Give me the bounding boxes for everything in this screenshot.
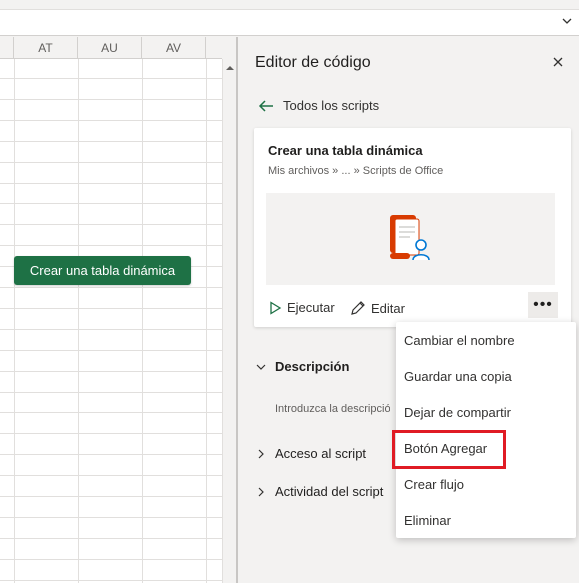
grid-row-line: [0, 224, 222, 226]
grid-column-line: [78, 59, 79, 583]
grid-row-line: [0, 245, 222, 247]
script-preview: [266, 193, 555, 285]
sheet-script-button[interactable]: Crear una tabla dinámica: [14, 256, 191, 285]
grid-row-line: [0, 433, 222, 435]
script-card: Crear una tabla dinámica Mis archivos » …: [254, 128, 571, 327]
scroll-up-icon[interactable]: [225, 63, 235, 73]
grid-row-line: [0, 78, 222, 79]
description-section[interactable]: Descripción: [256, 359, 349, 374]
script-activity-section[interactable]: Actividad del script: [256, 484, 383, 499]
grid-row-line: [0, 182, 222, 184]
grid-row-line: [0, 307, 222, 309]
grid-column-line: [206, 59, 207, 583]
run-label: Ejecutar: [287, 300, 335, 315]
grid-row-line: [0, 537, 222, 539]
access-label: Acceso al script: [275, 446, 367, 461]
grid-row-line: [0, 203, 222, 205]
office-script-icon: [390, 215, 430, 261]
grid-row-line: [0, 349, 222, 351]
grid-column-line: [142, 59, 143, 583]
back-label: Todos los scripts: [283, 98, 380, 113]
grid-row-line: [0, 328, 222, 330]
more-options-menu: Cambiar el nombre Guardar una copia Deja…: [396, 322, 576, 538]
grid-row-line: [0, 98, 222, 100]
description-label: Descripción: [275, 359, 350, 374]
grid-row-line: [0, 558, 222, 560]
grid-row-line: [0, 140, 222, 142]
more-options-button[interactable]: •••: [528, 292, 558, 318]
script-path: Mis archivos » ... » Scripts de Office: [268, 165, 444, 177]
grid-row-line: [0, 579, 222, 581]
spreadsheet-grid[interactable]: AT AU AV: [0, 37, 222, 583]
grid-row-line: [0, 412, 222, 414]
description-input[interactable]: Introduzca la descripción: [275, 403, 390, 415]
menu-item-add-button[interactable]: Botón Agregar: [396, 431, 576, 467]
back-to-all-scripts[interactable]: Todos los scripts: [258, 98, 379, 113]
vertical-scrollbar[interactable]: [222, 59, 236, 583]
menu-item-delete[interactable]: Eliminar: [396, 503, 576, 539]
grid-row-line: [0, 370, 222, 372]
edit-button[interactable]: Editar: [350, 300, 405, 316]
grid-row-line: [0, 391, 222, 393]
column-header-partial-right[interactable]: [206, 37, 222, 59]
column-header-at[interactable]: AT: [14, 37, 78, 59]
top-strip: [0, 0, 579, 10]
pencil-icon: [351, 301, 365, 315]
menu-item-save-copy[interactable]: Guardar una copia: [396, 359, 576, 395]
grid-row-line: [0, 475, 222, 477]
chevron-down-icon[interactable]: [561, 15, 573, 27]
grid-row-line: [0, 161, 222, 163]
script-access-section[interactable]: Acceso al script: [256, 446, 366, 461]
chevron-right-icon: [258, 449, 264, 458]
grid-column-line: [14, 59, 15, 583]
run-button[interactable]: Ejecutar: [268, 300, 335, 315]
menu-item-create-flow[interactable]: Crear flujo: [396, 467, 576, 503]
column-header-partial[interactable]: [0, 37, 14, 59]
grid-row-line: [0, 496, 222, 497]
grid-row-line: [0, 516, 222, 518]
chevron-down-icon: [256, 364, 266, 370]
activity-label: Actividad del script: [275, 484, 384, 499]
column-header-au[interactable]: AU: [78, 37, 142, 59]
formula-bar[interactable]: [0, 10, 579, 36]
close-icon[interactable]: [551, 55, 565, 69]
script-title: Crear una tabla dinámica: [268, 143, 423, 158]
menu-item-rename[interactable]: Cambiar el nombre: [396, 323, 576, 359]
grid-row-line: [0, 119, 222, 121]
play-icon: [270, 300, 282, 315]
menu-item-stop-sharing[interactable]: Dejar de compartir: [396, 395, 576, 431]
grid-row-line: [0, 454, 222, 456]
column-header-av[interactable]: AV: [142, 37, 206, 59]
grid-row-line: [0, 287, 222, 288]
edit-label: Editar: [371, 300, 405, 316]
arrow-left-icon: [258, 99, 273, 112]
pane-title: Editor de código: [255, 54, 371, 71]
chevron-right-icon: [258, 487, 264, 496]
